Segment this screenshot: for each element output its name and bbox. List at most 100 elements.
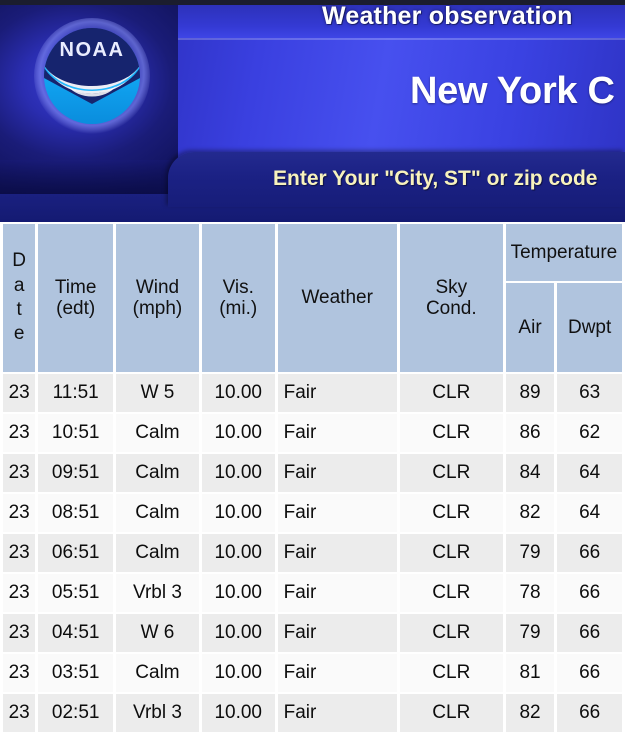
observation-sky-cond: CLR — [399, 654, 503, 692]
observation-dewpoint: 66 — [557, 574, 622, 612]
date-letter-t: t — [16, 299, 22, 320]
column-header-sky-line1: Sky — [435, 276, 468, 298]
table-row: 23 08:51 Calm 10.00 Fair CLR 82 64 — [3, 494, 622, 532]
observation-sky-cond: CLR — [399, 694, 503, 732]
observation-wind: Vrbl 3 — [116, 694, 199, 732]
observation-date: 23 — [3, 494, 36, 532]
column-header-air-temp[interactable]: Air — [505, 282, 555, 372]
column-header-time[interactable]: Time (edt) — [38, 224, 114, 372]
observation-time: 04:51 — [38, 614, 114, 652]
table-header-row-1: D a t e Time (edt) Wind (mph) Vis. (mi.)… — [3, 224, 622, 372]
observation-weather: Fair — [277, 374, 397, 412]
observation-visibility: 10.00 — [201, 454, 275, 492]
column-header-sky-condition[interactable]: Sky Cond. — [399, 224, 503, 372]
observation-weather: Fair — [277, 454, 397, 492]
observation-weather: Fair — [277, 694, 397, 732]
observation-weather: Fair — [277, 534, 397, 572]
column-header-wind-label: Wind — [135, 276, 180, 298]
observation-visibility: 10.00 — [201, 694, 275, 732]
observation-visibility: 10.00 — [201, 414, 275, 452]
page-banner: NOAA Weather observation New York C Ente… — [0, 0, 625, 222]
table-row: 23 10:51 Calm 10.00 Fair CLR 86 62 — [3, 414, 622, 452]
observation-wind: Calm — [116, 534, 199, 572]
noaa-logo-text: NOAA — [60, 39, 125, 61]
observation-air-temp: 81 — [505, 654, 555, 692]
observation-wind: Vrbl 3 — [116, 574, 199, 612]
column-header-vis-unit: (mi.) — [219, 298, 258, 319]
observation-dewpoint: 66 — [557, 534, 622, 572]
observation-wind: Calm — [116, 454, 199, 492]
column-header-dewpoint[interactable]: Dwpt — [557, 282, 622, 372]
column-header-wind-unit: (mph) — [132, 298, 183, 319]
observation-time: 03:51 — [38, 654, 114, 692]
table-row: 23 11:51 W 5 10.00 Fair CLR 89 63 — [3, 374, 622, 412]
date-letter-e: e — [13, 323, 25, 345]
observation-weather: Fair — [277, 614, 397, 652]
observation-visibility: 10.00 — [201, 494, 275, 532]
search-prompt-bar[interactable]: Enter Your "City, ST" or zip code — [168, 152, 625, 207]
search-prompt-label: Enter Your "City, ST" or zip code — [273, 167, 598, 190]
observation-date: 23 — [3, 614, 36, 652]
observation-dewpoint: 64 — [557, 494, 622, 532]
observation-time: 06:51 — [38, 534, 114, 572]
observation-date: 23 — [3, 574, 36, 612]
observation-dewpoint: 66 — [557, 614, 622, 652]
observation-dewpoint: 66 — [557, 694, 622, 732]
observation-time: 02:51 — [38, 694, 114, 732]
observation-weather: Fair — [277, 654, 397, 692]
observation-date: 23 — [3, 534, 36, 572]
observation-sky-cond: CLR — [399, 574, 503, 612]
table-row: 23 04:51 W 6 10.00 Fair CLR 79 66 — [3, 614, 622, 652]
observation-sky-cond: CLR — [399, 614, 503, 652]
observation-time: 11:51 — [38, 374, 114, 412]
observation-time: 05:51 — [38, 574, 114, 612]
column-header-date[interactable]: D a t e — [3, 224, 36, 372]
table-row: 23 02:51 Vrbl 3 10.00 Fair CLR 82 66 — [3, 694, 622, 732]
noaa-logo[interactable]: NOAA — [22, 8, 162, 148]
observation-wind: W 6 — [116, 614, 199, 652]
observation-time: 09:51 — [38, 454, 114, 492]
observation-date: 23 — [3, 694, 36, 732]
observation-air-temp: 79 — [505, 614, 555, 652]
observation-wind: W 5 — [116, 374, 199, 412]
column-header-time-unit: (edt) — [56, 298, 96, 319]
observation-wind: Calm — [116, 494, 199, 532]
column-header-visibility[interactable]: Vis. (mi.) — [201, 224, 275, 372]
table-row: 23 09:51 Calm 10.00 Fair CLR 84 64 — [3, 454, 622, 492]
observation-dewpoint: 64 — [557, 454, 622, 492]
weather-observations-table: D a t e Time (edt) Wind (mph) Vis. (mi.)… — [0, 222, 625, 734]
table-header: D a t e Time (edt) Wind (mph) Vis. (mi.)… — [3, 224, 622, 372]
observation-air-temp: 86 — [505, 414, 555, 452]
observation-air-temp: 79 — [505, 534, 555, 572]
column-header-weather[interactable]: Weather — [277, 224, 397, 372]
observation-visibility: 10.00 — [201, 374, 275, 412]
observation-sky-cond: CLR — [399, 494, 503, 532]
column-header-time-label: Time — [54, 276, 97, 298]
observation-weather: Fair — [277, 414, 397, 452]
date-letter-d: D — [12, 250, 27, 272]
banner-title: Weather observation — [322, 2, 573, 30]
observation-time: 08:51 — [38, 494, 114, 532]
banner-top-strip — [0, 0, 625, 5]
observation-time: 10:51 — [38, 414, 114, 452]
table-row: 23 03:51 Calm 10.00 Fair CLR 81 66 — [3, 654, 622, 692]
observation-wind: Calm — [116, 414, 199, 452]
observation-dewpoint: 66 — [557, 654, 622, 692]
observation-date: 23 — [3, 654, 36, 692]
table-body: 23 11:51 W 5 10.00 Fair CLR 89 63 23 10:51 Calm 10.… — [3, 374, 622, 732]
observation-dewpoint: 62 — [557, 414, 622, 452]
observation-sky-cond: CLR — [399, 454, 503, 492]
observation-visibility: 10.00 — [201, 534, 275, 572]
observation-date: 23 — [3, 374, 36, 412]
table-row: 23 06:51 Calm 10.00 Fair CLR 79 66 — [3, 534, 622, 572]
column-header-sky-line2: Cond. — [425, 298, 477, 319]
observation-visibility: 10.00 — [201, 574, 275, 612]
observation-air-temp: 78 — [505, 574, 555, 612]
column-header-vis-label: Vis. — [222, 276, 254, 298]
observation-air-temp: 89 — [505, 374, 555, 412]
column-header-wind[interactable]: Wind (mph) — [116, 224, 199, 372]
banner-city-name: New York C — [410, 70, 615, 112]
observation-air-temp: 82 — [505, 694, 555, 732]
column-header-temperature-group[interactable]: Temperature — [505, 224, 622, 281]
observation-wind: Calm — [116, 654, 199, 692]
